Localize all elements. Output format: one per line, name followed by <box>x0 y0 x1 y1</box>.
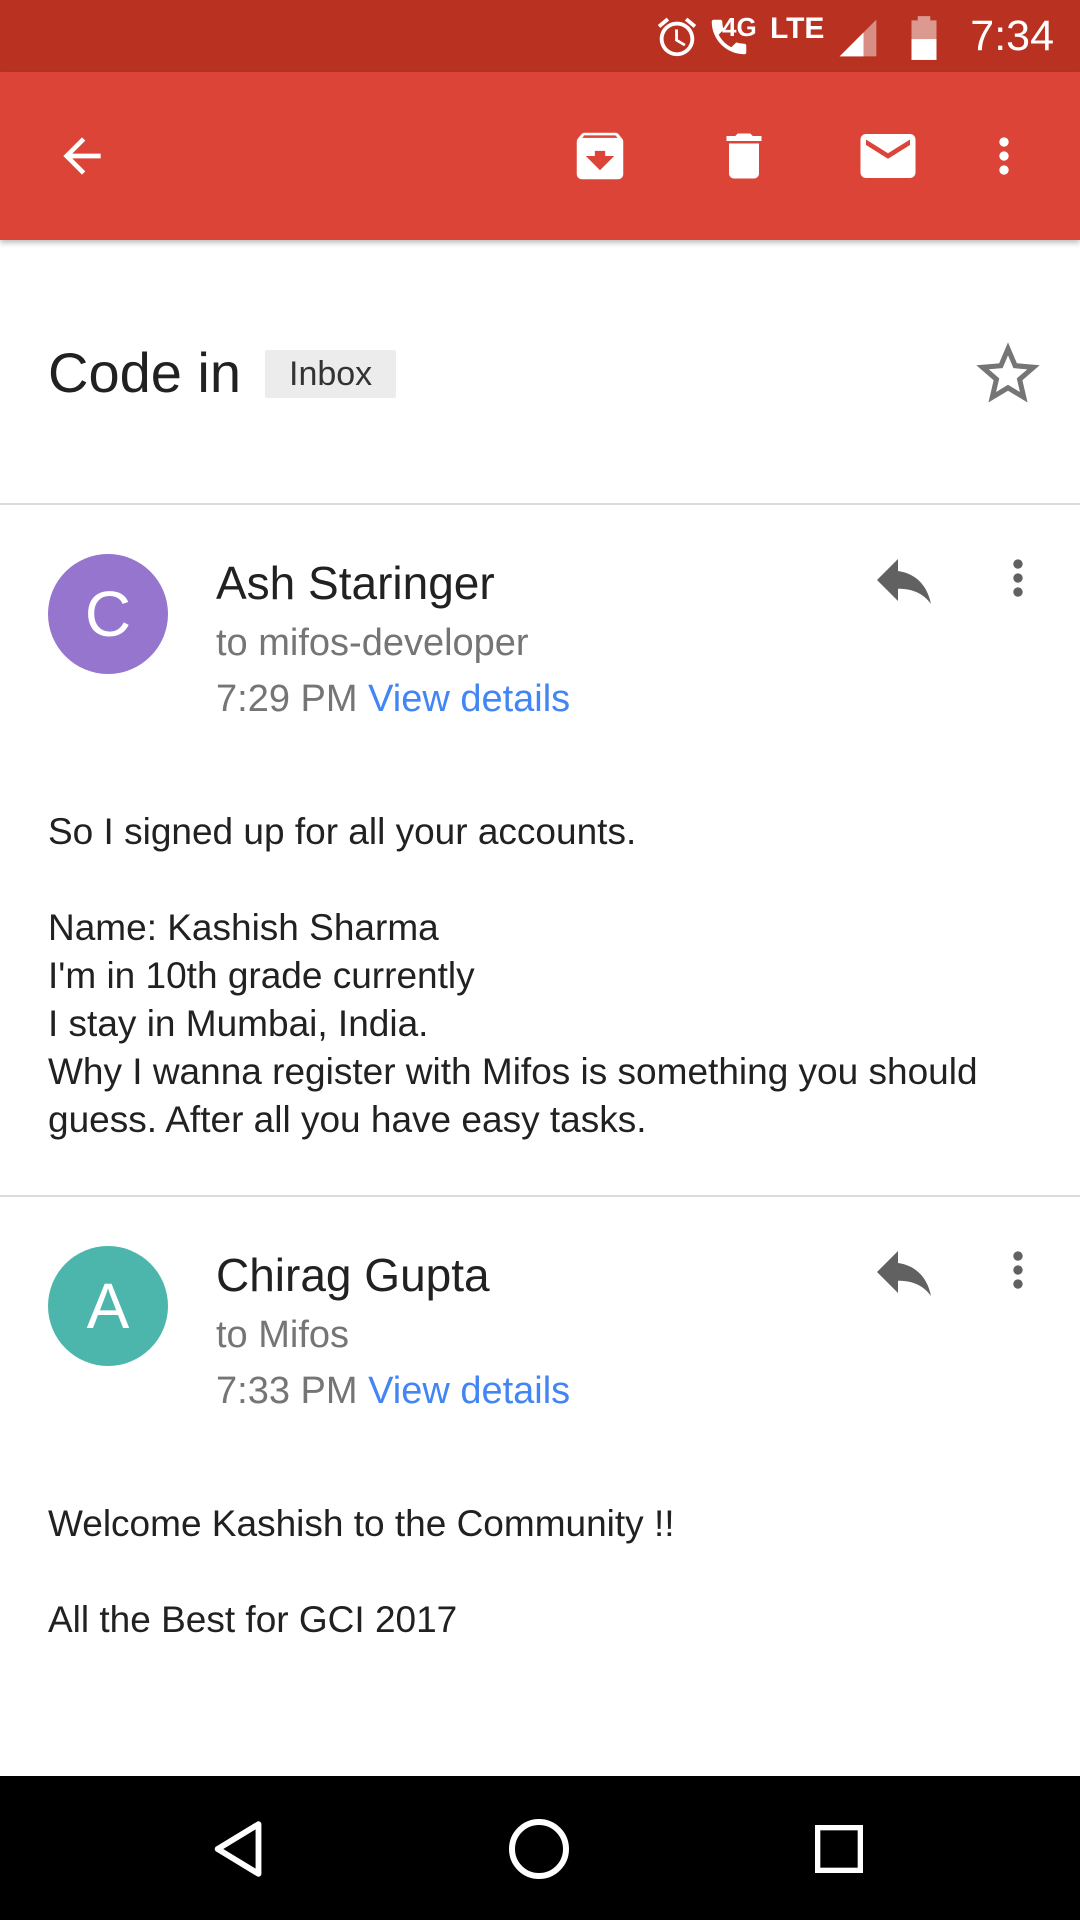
reply-icon[interactable] <box>868 544 940 616</box>
delete-button[interactable] <box>706 118 782 194</box>
sender-name: Ash Staringer <box>216 557 495 609</box>
sender-name: Chirag Gupta <box>216 1249 490 1301</box>
back-triangle-icon <box>214 1821 262 1877</box>
archive-button[interactable] <box>562 118 638 194</box>
alarm-icon <box>657 17 697 57</box>
more-vert-icon <box>1013 1251 1023 1289</box>
star-icon[interactable] <box>970 336 1046 412</box>
clock: 7:34 <box>970 12 1054 60</box>
message-body: So I signed up for all your accounts. Na… <box>48 811 978 1140</box>
network-type-label: LTE <box>770 12 825 45</box>
archive-icon <box>576 132 624 180</box>
reply-icon[interactable] <box>868 1236 940 1308</box>
signal-icon <box>839 19 877 57</box>
message-meta: 7:33 PM View details <box>216 1370 570 1413</box>
toolbar <box>0 72 1080 240</box>
nav-recents-button[interactable] <box>794 1804 884 1894</box>
status-bar: 4G LTE 7:34 <box>0 0 1080 72</box>
message-time: 7:29 PM <box>216 678 358 720</box>
system-nav-bar <box>0 1776 1080 1920</box>
view-details-link[interactable]: View details <box>368 678 570 720</box>
avatar[interactable]: C <box>48 554 168 674</box>
more-vert-icon <box>1013 559 1023 597</box>
mark-unread-icon <box>860 134 916 178</box>
divider <box>0 1195 1080 1197</box>
delete-icon <box>726 133 762 179</box>
nav-back-button[interactable] <box>196 1804 286 1894</box>
back-button[interactable] <box>44 118 120 194</box>
view-details-link[interactable]: View details <box>368 1370 570 1412</box>
home-circle-icon <box>509 1819 569 1879</box>
message-more-button[interactable] <box>988 542 1048 614</box>
more-vert-icon <box>999 137 1009 175</box>
recipient-line: to Mifos <box>216 1314 350 1356</box>
more-options-button[interactable] <box>976 118 1032 194</box>
back-arrow-icon <box>63 137 101 175</box>
message-time: 7:33 PM <box>216 1370 358 1412</box>
battery-icon <box>911 16 937 60</box>
divider <box>0 503 1080 505</box>
avatar[interactable]: A <box>48 1246 168 1366</box>
message-body: Welcome Kashish to the Community !! All … <box>48 1503 675 1640</box>
message-meta: 7:29 PM View details <box>216 678 570 721</box>
recents-square-icon <box>815 1825 863 1873</box>
network-gen-label: 4G <box>722 12 757 42</box>
mark-unread-button[interactable] <box>850 118 926 194</box>
recipient-line: to mifos-developer <box>216 622 529 664</box>
inbox-label-chip[interactable]: Inbox <box>265 350 397 398</box>
nav-home-button[interactable] <box>494 1804 584 1894</box>
thread-subject: Code in <box>48 341 242 404</box>
message-more-button[interactable] <box>988 1234 1048 1306</box>
